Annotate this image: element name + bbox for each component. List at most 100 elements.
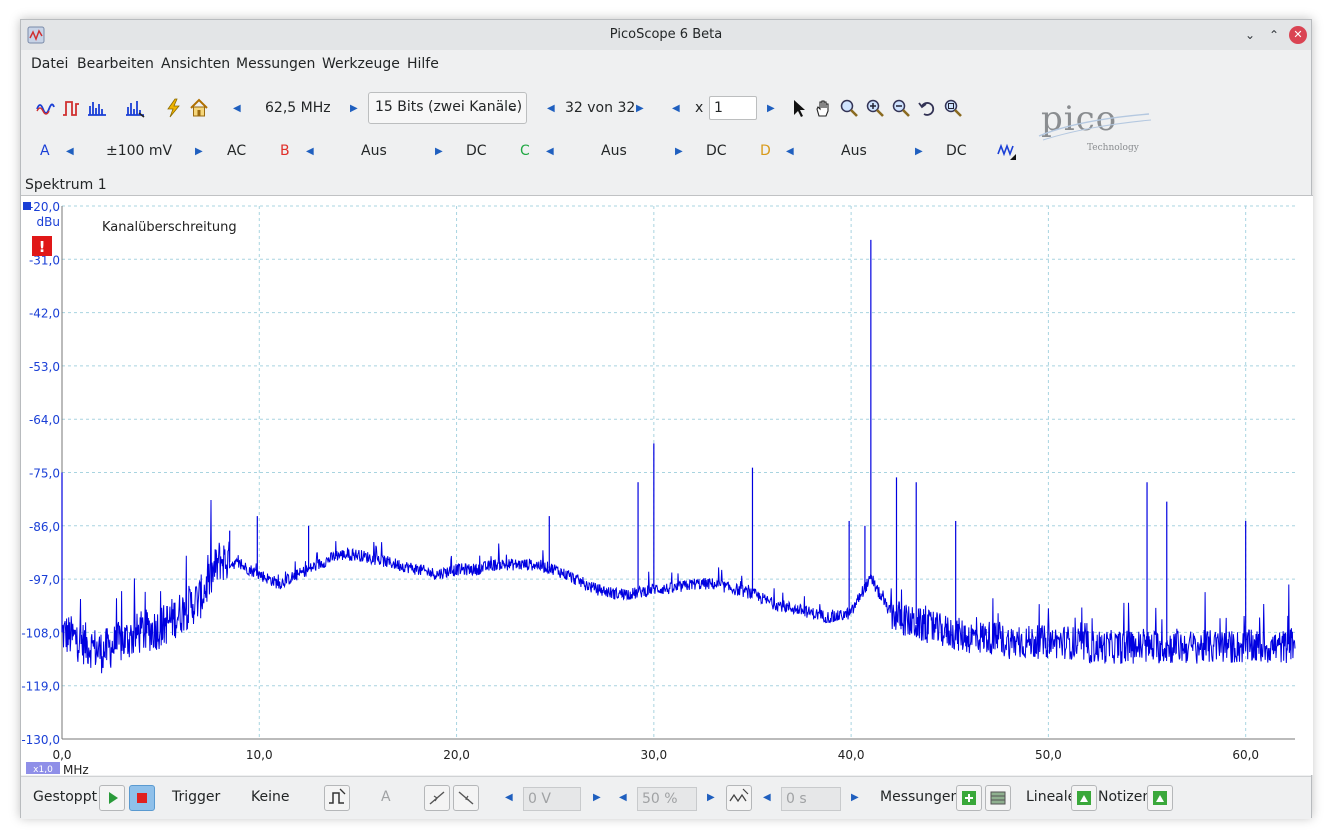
stop-button[interactable] xyxy=(129,785,155,811)
pretrigger-increase[interactable]: ▶ xyxy=(707,792,715,803)
picoscope-window: PicoScope 6 Beta ⌄ ⌃ ✕ Datei Bearbeiten … xyxy=(20,19,1313,819)
sample-rate-decrease[interactable]: ◀ xyxy=(233,103,241,114)
delay-field[interactable]: 0 s xyxy=(781,787,841,811)
triangle-up-icon xyxy=(1077,791,1091,805)
rulers-button[interactable] xyxy=(1071,785,1097,811)
measurement-grid-button[interactable] xyxy=(985,785,1011,811)
zoom-out-icon[interactable] xyxy=(891,98,911,118)
title-bar: PicoScope 6 Beta ⌄ ⌃ ✕ xyxy=(21,20,1311,50)
menu-messungen[interactable]: Messungen xyxy=(236,56,315,72)
maximize-button[interactable]: ⌃ xyxy=(1265,26,1283,44)
persistence-mode-icon[interactable] xyxy=(61,98,81,118)
resolution-value: 15 Bits (zwei Kanäle) xyxy=(375,99,523,115)
spectrum-trace xyxy=(61,499,1296,674)
zoom-input[interactable]: 1 xyxy=(709,96,757,120)
notes-button[interactable] xyxy=(1147,785,1173,811)
spectrum-mode-icon[interactable] xyxy=(87,98,107,118)
start-button[interactable] xyxy=(99,785,125,811)
channel-d-label[interactable]: D xyxy=(760,143,771,159)
zoom-decrease[interactable]: ◀ xyxy=(672,103,680,114)
delay-increase[interactable]: ▶ xyxy=(851,792,859,803)
threshold-increase[interactable]: ▶ xyxy=(593,792,601,803)
y-tick-label: -108,0 xyxy=(21,626,60,640)
channel-b-coupling[interactable]: DC xyxy=(466,143,487,159)
delay-decrease[interactable]: ◀ xyxy=(763,792,771,803)
zoom-overview-icon[interactable] xyxy=(943,98,963,118)
scope-mode-icon[interactable] xyxy=(35,98,55,118)
y-tick-label: -20,0 xyxy=(29,200,60,214)
channel-d-coupling[interactable]: DC xyxy=(946,143,967,159)
home-icon[interactable] xyxy=(189,98,209,118)
hand-tool-icon[interactable] xyxy=(813,98,833,118)
channel-c-coupling[interactable]: DC xyxy=(706,143,727,159)
stop-icon xyxy=(137,793,147,803)
trigger-mode[interactable]: Keine xyxy=(251,789,289,805)
add-measurement-button[interactable] xyxy=(956,785,982,811)
pretrigger-decrease[interactable]: ◀ xyxy=(619,792,627,803)
rising-edge-icon xyxy=(429,791,445,805)
sample-rate-value: 62,5 MHz xyxy=(265,100,331,116)
capture-count: 32 von 32 xyxy=(565,100,636,116)
threshold-decrease[interactable]: ◀ xyxy=(505,792,513,803)
advanced-trigger-button[interactable] xyxy=(324,785,350,811)
x-tick-label: 0,0 xyxy=(52,748,71,762)
zoom-prefix: x xyxy=(695,100,704,116)
close-button[interactable]: ✕ xyxy=(1289,26,1307,44)
zoom-increase[interactable]: ▶ xyxy=(767,103,775,114)
x-tick-label: 60,0 xyxy=(1232,748,1259,762)
zoom-area-icon[interactable] xyxy=(839,98,859,118)
signal-generator-icon[interactable] xyxy=(997,141,1017,161)
trigger-delay-icon xyxy=(729,788,749,803)
pointer-tool-icon[interactable] xyxy=(789,98,809,118)
channel-d-range[interactable]: Aus xyxy=(841,143,867,159)
falling-edge-button[interactable] xyxy=(453,785,479,811)
channel-a-range-decrease[interactable]: ◀ xyxy=(66,146,74,157)
menu-hilfe[interactable]: Hilfe xyxy=(407,56,439,72)
channel-a-coupling[interactable]: AC xyxy=(227,143,246,159)
capture-previous[interactable]: ◀ xyxy=(547,103,555,114)
channel-c-range[interactable]: Aus xyxy=(601,143,627,159)
menu-ansichten[interactable]: Ansichten xyxy=(161,56,230,72)
rising-edge-button[interactable] xyxy=(424,785,450,811)
channel-a-range[interactable]: ±100 mV xyxy=(106,143,172,159)
channel-b-range[interactable]: Aus xyxy=(361,143,387,159)
spectrum-view[interactable]: -20,0 -31,0 -42,0 -53,0 -64,0 -75,0 -86,0 -97,0… xyxy=(21,195,1313,777)
channel-a-label[interactable]: A xyxy=(40,143,50,159)
channel-c-range-decrease[interactable]: ◀ xyxy=(546,146,554,157)
minimize-button[interactable]: ⌄ xyxy=(1241,26,1259,44)
channel-a-axis-marker xyxy=(23,202,31,210)
resolution-select[interactable]: 15 Bits (zwei Kanäle) ⌄ xyxy=(368,92,527,124)
channel-b-label[interactable]: B xyxy=(280,143,290,159)
notes-label: Notizen xyxy=(1098,789,1152,805)
channel-c-label[interactable]: C xyxy=(520,143,530,159)
x-tick-label: 40,0 xyxy=(838,748,865,762)
chevron-down-icon: ⌄ xyxy=(507,100,518,114)
pico-logo: pico Technology xyxy=(1038,100,1152,153)
x-tick-label: 20,0 xyxy=(443,748,470,762)
channel-c-range-increase[interactable]: ▶ xyxy=(675,146,683,157)
spectrum-chart[interactable]: -20,0-31,0-42,0-53,0-64,0-75,0-86,0-97,0… xyxy=(21,196,1313,777)
trigger-source: A xyxy=(381,789,391,805)
x-tick-label: 50,0 xyxy=(1035,748,1062,762)
pretrigger-field[interactable]: 50 % xyxy=(637,787,697,811)
channel-a-range-increase[interactable]: ▶ xyxy=(195,146,203,157)
undo-zoom-icon[interactable] xyxy=(917,98,937,118)
add-icon xyxy=(962,791,976,805)
menu-datei[interactable]: Datei xyxy=(31,56,68,72)
post-trigger-delay-button[interactable] xyxy=(726,785,752,811)
sample-rate-increase[interactable]: ▶ xyxy=(350,103,358,114)
zoom-in-icon[interactable] xyxy=(865,98,885,118)
menu-werkzeuge[interactable]: Werkzeuge xyxy=(322,56,400,72)
pico-logo-subtext: Technology xyxy=(1087,143,1140,153)
threshold-field[interactable]: 0 V xyxy=(523,787,581,811)
advanced-trigger-icon xyxy=(329,788,346,804)
menu-bearbeiten[interactable]: Bearbeiten xyxy=(77,56,154,72)
auto-setup-icon[interactable] xyxy=(163,98,183,118)
spectrum-view-icon[interactable] xyxy=(125,98,145,118)
channel-b-range-decrease[interactable]: ◀ xyxy=(306,146,314,157)
channel-d-range-decrease[interactable]: ◀ xyxy=(786,146,794,157)
y-unit-label: dBu xyxy=(37,215,60,229)
channel-b-range-increase[interactable]: ▶ xyxy=(435,146,443,157)
channel-d-range-increase[interactable]: ▶ xyxy=(915,146,923,157)
capture-next[interactable]: ▶ xyxy=(636,103,644,114)
